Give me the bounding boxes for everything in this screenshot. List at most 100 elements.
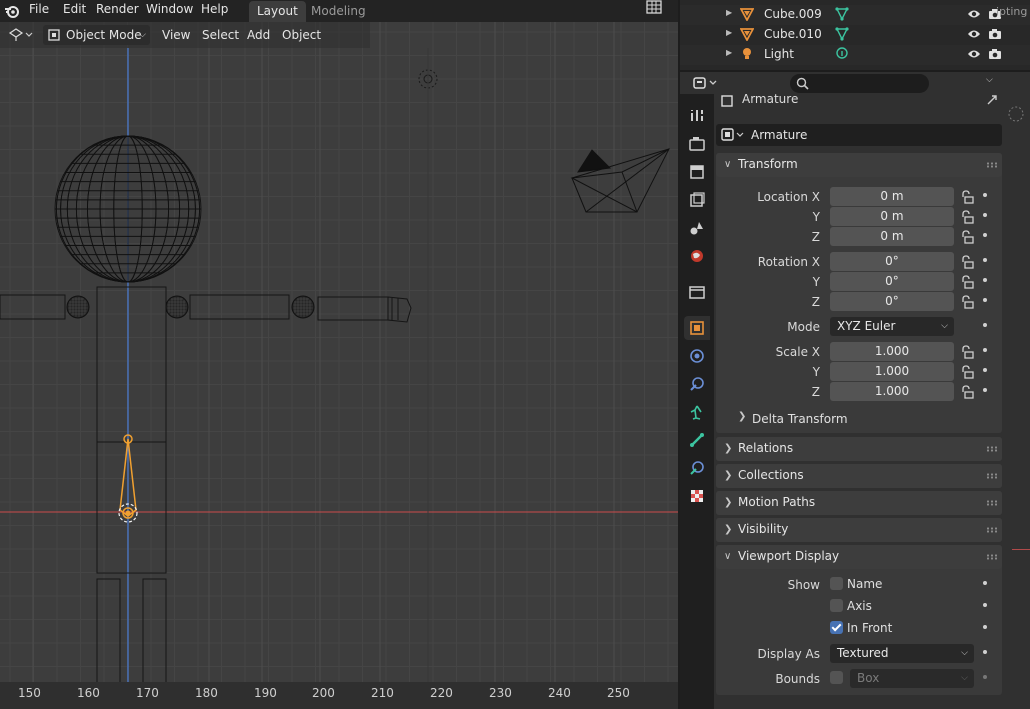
pin-icon[interactable] [986, 94, 998, 106]
menu-object[interactable]: Object [282, 25, 321, 45]
tab-scripting[interactable]: ipting [996, 5, 1027, 18]
keyframe-dot-icon[interactable] [983, 323, 987, 327]
chevron-down-icon[interactable]: ⌵ [986, 75, 993, 85]
timeline-ruler[interactable]: 150 160 170 180 190 200 210 220 230 240 … [0, 682, 678, 709]
keyframe-dot-icon[interactable] [983, 258, 987, 262]
show-axis-checkbox[interactable] [830, 599, 843, 612]
in-front-checkbox[interactable] [830, 621, 843, 634]
lock-icon[interactable] [960, 365, 974, 379]
tab-bone[interactable] [684, 428, 710, 452]
object-data-selector-icon[interactable] [721, 128, 745, 142]
properties-scroll-strip[interactable] [1002, 94, 1030, 709]
expand-arrow-icon[interactable]: ▶ [726, 8, 732, 17]
rotation-mode-select[interactable]: XYZ Euler ⌵ [830, 317, 954, 336]
keyframe-dot-icon[interactable] [983, 625, 987, 629]
lock-icon[interactable] [960, 190, 974, 204]
object-name-field[interactable]: Armature [716, 124, 1002, 146]
menu-add[interactable]: Add [247, 25, 270, 45]
visibility-panel-header[interactable]: ❯ Visibility [716, 518, 1002, 542]
blender-logo-icon[interactable] [4, 3, 20, 19]
keyframe-dot-icon[interactable] [983, 675, 987, 679]
menu-edit[interactable]: Edit [63, 0, 86, 22]
properties-search-field[interactable] [790, 74, 929, 93]
rotation-z-field[interactable]: 0° [830, 292, 954, 311]
rotation-y-field[interactable]: 0° [830, 272, 954, 291]
object-mode-select[interactable]: Object Mode ⌵ [43, 25, 150, 45]
menu-file[interactable]: File [29, 0, 49, 22]
menu-view[interactable]: View [162, 25, 190, 45]
keyframe-dot-icon[interactable] [983, 213, 987, 217]
camera-render-icon[interactable] [988, 48, 1002, 60]
tab-world[interactable] [684, 244, 710, 268]
location-x-field[interactable]: 0 m [830, 187, 954, 206]
scale-y-field[interactable]: 1.000 [830, 362, 954, 381]
drag-grip-icon[interactable] [986, 554, 998, 560]
menu-render[interactable]: Render [96, 0, 139, 22]
visibility-panel[interactable]: ❯ Visibility [716, 518, 1002, 542]
location-y-field[interactable]: 0 m [830, 207, 954, 226]
tab-bone-constraints[interactable] [684, 456, 710, 480]
keyframe-dot-icon[interactable] [983, 581, 987, 585]
scale-z-field[interactable]: 1.000 [830, 382, 954, 401]
motion-paths-panel[interactable]: ❯ Motion Paths [716, 491, 1002, 515]
lock-icon[interactable] [960, 275, 974, 289]
scale-x-field[interactable]: 1.000 [830, 342, 954, 361]
lock-icon[interactable] [960, 295, 974, 309]
keyframe-dot-icon[interactable] [983, 193, 987, 197]
eye-icon[interactable] [967, 8, 981, 20]
menu-select[interactable]: Select [202, 25, 239, 45]
outliner-row-light[interactable]: ▶ Light [680, 45, 1030, 65]
tab-constraints[interactable] [684, 372, 710, 396]
show-name-checkbox[interactable] [830, 577, 843, 590]
drag-grip-icon[interactable] [986, 446, 998, 452]
menu-help[interactable]: Help [201, 0, 228, 22]
relations-panel-header[interactable]: ❯ Relations [716, 437, 1002, 461]
outliner-row-cube-010[interactable]: ▶ Cube.010 [680, 25, 1030, 45]
outliner-row-cube-009[interactable]: ▶ Cube.009 [680, 5, 1030, 25]
keyframe-dot-icon[interactable] [983, 348, 987, 352]
expand-arrow-icon[interactable]: ▶ [726, 28, 732, 37]
lock-icon[interactable] [960, 230, 974, 244]
viewport-scene[interactable] [0, 22, 678, 709]
keyframe-dot-icon[interactable] [983, 368, 987, 372]
tab-modeling[interactable]: Modeling [303, 1, 374, 22]
keyframe-dot-icon[interactable] [983, 603, 987, 607]
menu-window[interactable]: Window [146, 0, 193, 22]
viewport-display-panel-header[interactable]: ∨ Viewport Display [716, 545, 1002, 569]
tab-object-data[interactable] [684, 400, 710, 424]
3d-viewport[interactable]: Object Mode ⌵ View Select Add Object 150… [0, 22, 678, 709]
lock-icon[interactable] [960, 345, 974, 359]
tab-output[interactable] [684, 160, 710, 184]
location-z-field[interactable]: 0 m [830, 227, 954, 246]
tab-collection[interactable] [684, 280, 710, 304]
tab-view-layer[interactable] [684, 188, 710, 212]
delta-transform-subpanel[interactable]: ❯ Delta Transform [716, 409, 1002, 431]
grid-icon[interactable] [645, 0, 663, 17]
keyframe-dot-icon[interactable] [983, 388, 987, 392]
drag-grip-icon[interactable] [986, 473, 998, 479]
tab-render[interactable] [684, 132, 710, 156]
keyframe-dot-icon[interactable] [983, 298, 987, 302]
tab-tool[interactable] [684, 104, 710, 128]
lock-icon[interactable] [960, 255, 974, 269]
tab-layout[interactable]: Layout [249, 1, 306, 22]
tab-object[interactable] [684, 316, 710, 340]
editor-type-icon[interactable] [692, 75, 720, 91]
bounds-checkbox[interactable] [830, 671, 843, 684]
tab-texture[interactable] [684, 484, 710, 508]
eye-icon[interactable] [967, 28, 981, 40]
tab-modifiers[interactable] [684, 344, 710, 368]
bounds-type-select[interactable]: Box ⌵ [850, 669, 974, 688]
keyframe-dot-icon[interactable] [983, 650, 987, 654]
expand-arrow-icon[interactable]: ▶ [726, 48, 732, 57]
eye-icon[interactable] [967, 48, 981, 60]
rotation-x-field[interactable]: 0° [830, 252, 954, 271]
collections-panel-header[interactable]: ❯ Collections [716, 464, 1002, 488]
transform-panel-header[interactable]: ∨ Transform [716, 153, 1002, 177]
keyframe-dot-icon[interactable] [983, 233, 987, 237]
lock-icon[interactable] [960, 210, 974, 224]
drag-grip-icon[interactable] [986, 500, 998, 506]
motion-paths-panel-header[interactable]: ❯ Motion Paths [716, 491, 1002, 515]
relations-panel[interactable]: ❯ Relations [716, 437, 1002, 461]
camera-render-icon[interactable] [988, 28, 1002, 40]
